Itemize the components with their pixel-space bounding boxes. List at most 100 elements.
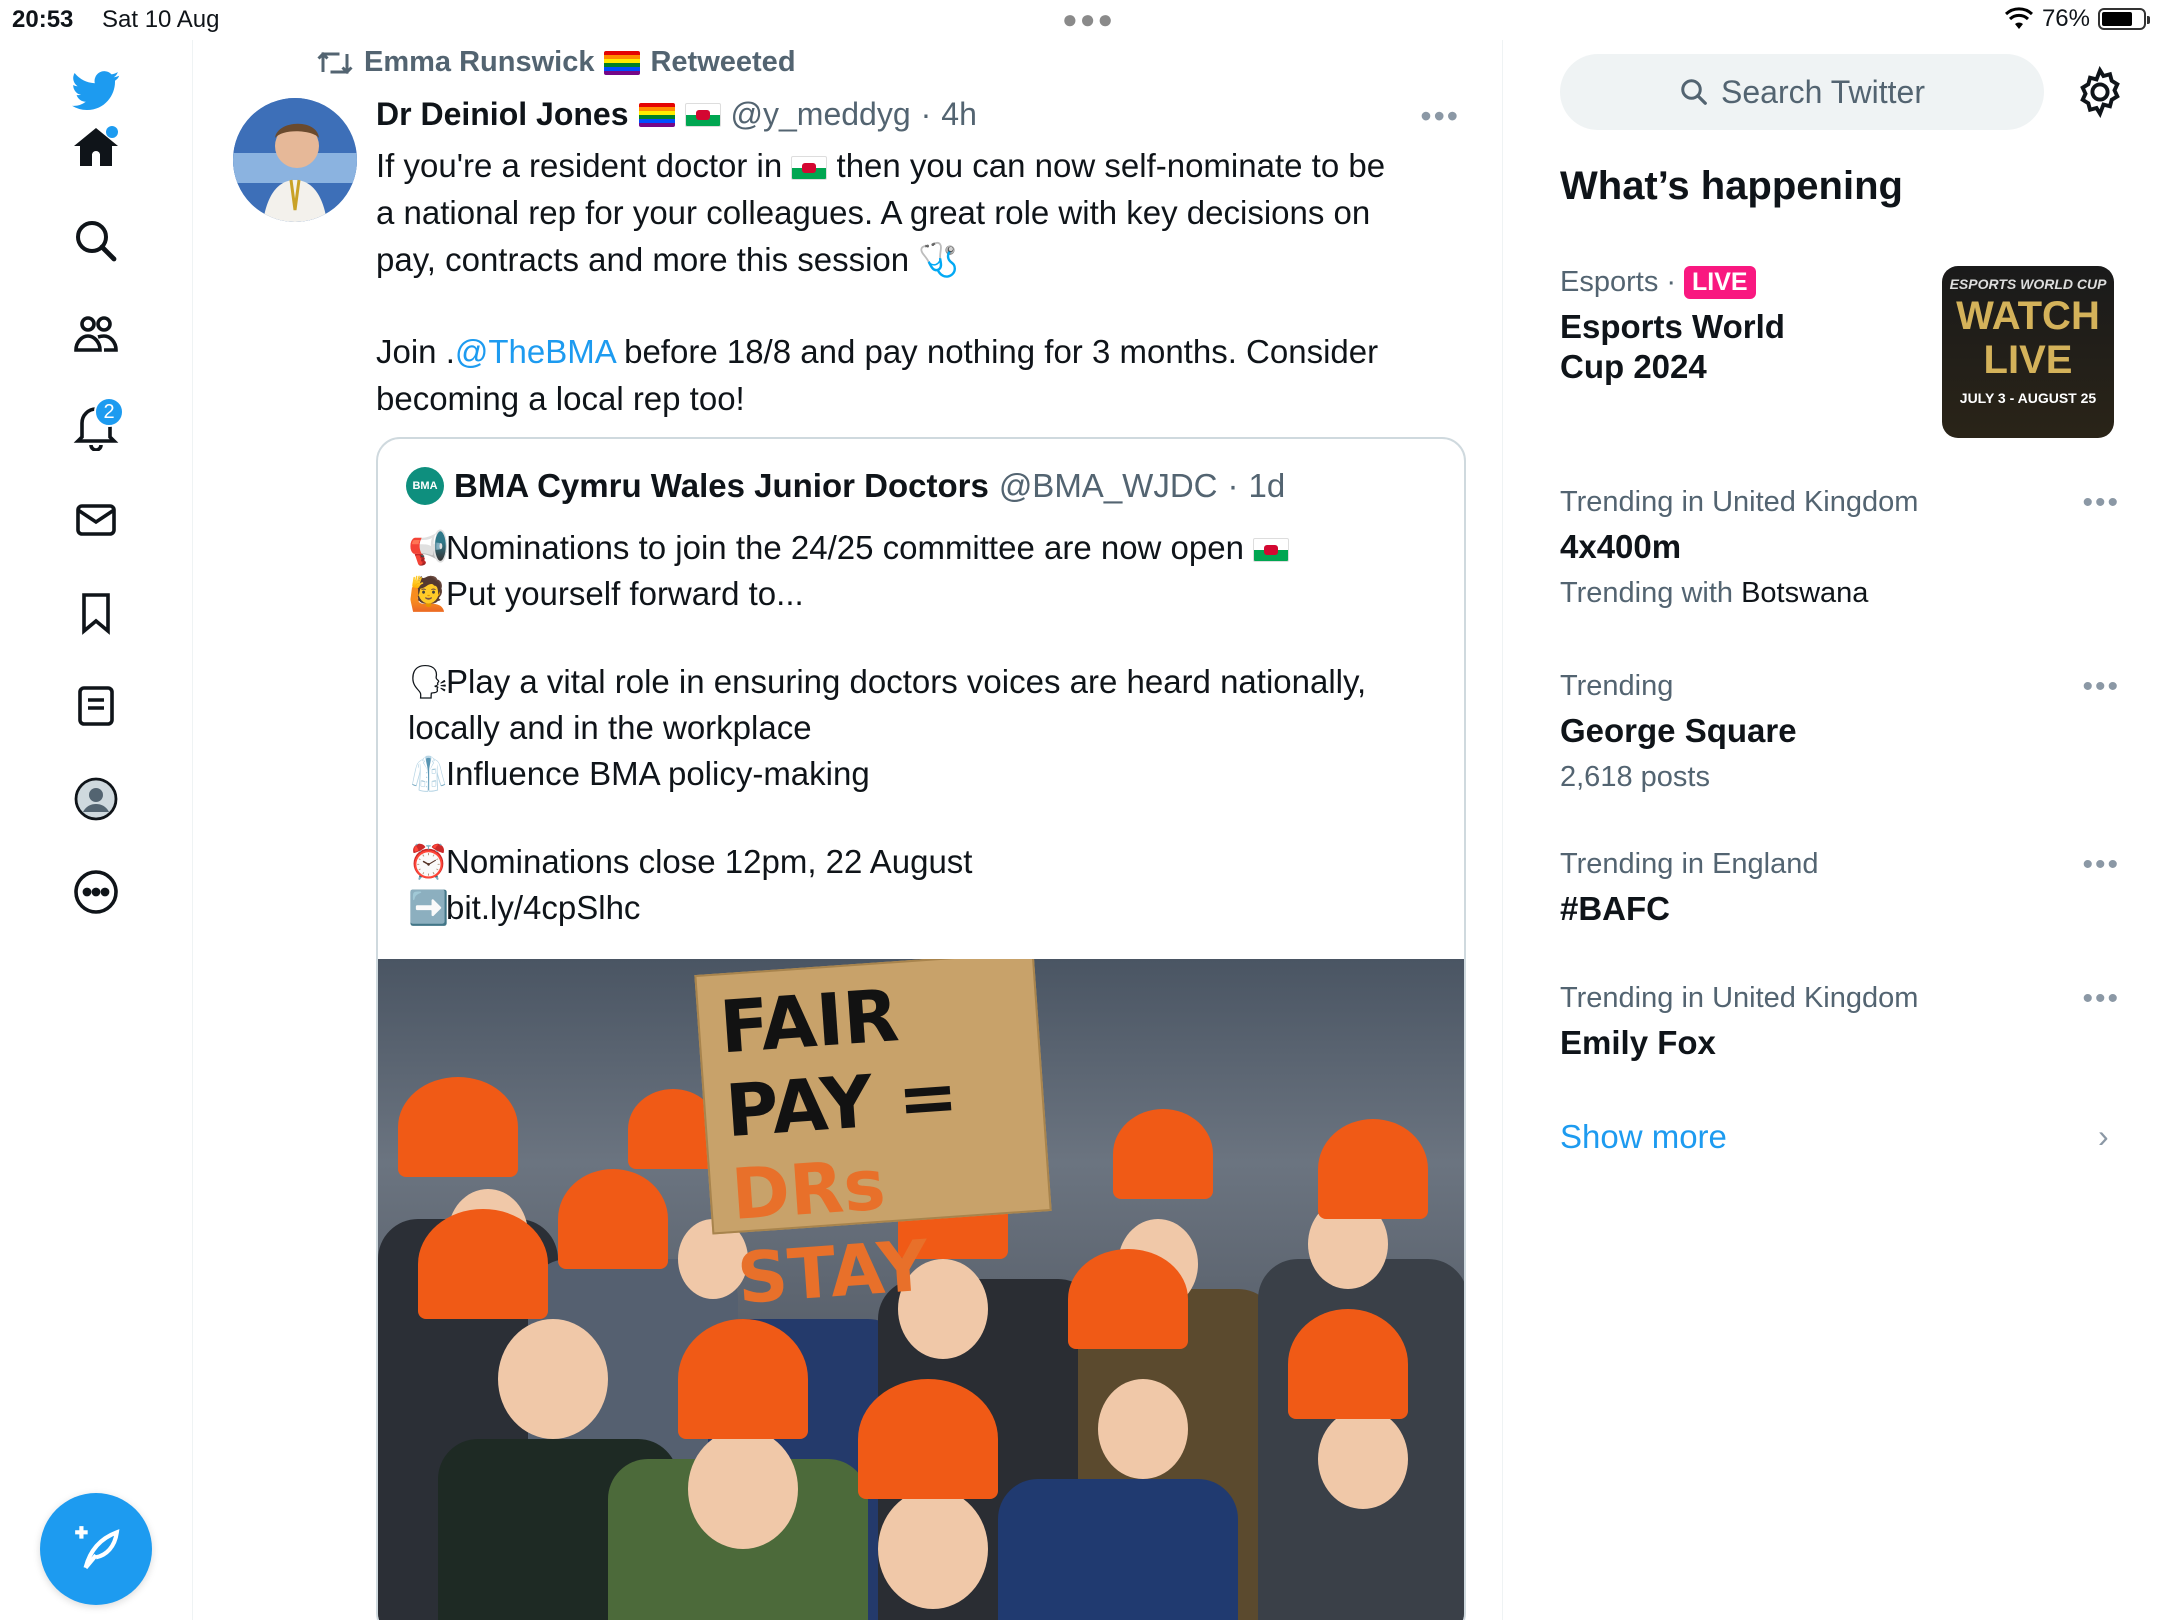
- quote-line-5: Influence BMA policy-making: [446, 755, 870, 792]
- compose-button[interactable]: [40, 1493, 152, 1605]
- more-icon[interactable]: [66, 862, 126, 922]
- quote-author-handle[interactable]: @BMA_WJDC: [999, 467, 1218, 505]
- trend-item[interactable]: Trending George Square 2,618 posts •••: [1560, 670, 2140, 794]
- battery-icon: [2098, 8, 2150, 30]
- multitasking-dots-icon[interactable]: ●●●: [1062, 4, 1115, 35]
- search-box[interactable]: Search Twitter: [1560, 54, 2044, 130]
- trend-more-icon[interactable]: •••: [2082, 982, 2120, 1016]
- orange-beanie: [1318, 1119, 1428, 1219]
- tweet-time[interactable]: 4h: [941, 96, 977, 133]
- tweet-more-icon[interactable]: •••: [1420, 98, 1460, 135]
- tweet-line-3: pay, contracts and more this session: [376, 241, 910, 278]
- author-photo: [233, 98, 357, 222]
- quote-time[interactable]: 1d: [1249, 467, 1286, 505]
- quote-line-3: Play a vital role in ensuring doctors vo…: [446, 663, 1367, 700]
- stethoscope-icon: 🩺: [918, 241, 960, 278]
- trend-category: Trending in United Kingdom: [1560, 982, 1919, 1014]
- communities-icon[interactable]: [66, 304, 126, 364]
- timeline: Emma Runswick Retweeted Dr Deiniol Jones…: [193, 40, 1503, 1620]
- pride-flag-icon: [638, 102, 675, 127]
- profile-icon[interactable]: [66, 769, 126, 829]
- tweet-line-4a: Join .: [376, 333, 455, 370]
- trend-sub-term: Botswana: [1741, 577, 1869, 609]
- lab-coat-icon: 🥼: [408, 755, 450, 792]
- twitter-bird-icon[interactable]: [66, 60, 126, 120]
- crowd-face: [878, 1489, 988, 1609]
- trend-title: George Square: [1560, 712, 1797, 749]
- show-more-link[interactable]: Show more: [1560, 1118, 1727, 1156]
- orange-beanie: [858, 1379, 998, 1499]
- quote-line-1: Nominations to join the 24/25 committee …: [446, 529, 1244, 566]
- crowd-face: [1098, 1379, 1188, 1479]
- chevron-right-icon[interactable]: ›: [2098, 1118, 2109, 1155]
- trend-category: Trending in England: [1560, 848, 1819, 880]
- orange-beanie: [678, 1319, 808, 1439]
- status-right: 76%: [2004, 5, 2150, 33]
- quote-link[interactable]: bit.ly/4cpSlhc: [446, 889, 640, 926]
- crowd-face: [1318, 1409, 1408, 1509]
- compose-icon: [75, 1526, 120, 1570]
- tweet-line-1b: then you can now self-nominate to be: [836, 147, 1386, 184]
- trend-more-icon[interactable]: •••: [2082, 486, 2120, 520]
- trend-item[interactable]: Trending in England #BAFC •••: [1560, 848, 2140, 929]
- retweeted-label: Retweeted: [650, 46, 796, 78]
- live-badge: LIVE: [1684, 266, 1756, 299]
- quote-text: 📢Nominations to join the 24/25 committee…: [408, 525, 1448, 931]
- orange-beanie: [558, 1169, 668, 1269]
- left-navigation: 2: [0, 40, 193, 1620]
- home-icon[interactable]: [66, 118, 126, 178]
- thumb-dates: JULY 3 - AUGUST 25: [1959, 390, 2097, 406]
- thumb-top-text: ESPORTS WORLD CUP: [1949, 276, 2107, 292]
- wales-flag-icon: [791, 156, 828, 181]
- pride-flag-icon: [604, 50, 641, 75]
- quoted-tweet[interactable]: BMA BMA Cymru Wales Junior Doctors @BMA_…: [376, 437, 1466, 1620]
- tweet-line-1a: If you're a resident doctor in: [376, 147, 783, 184]
- trend-item[interactable]: Trending in United Kingdom 4x400m Trendi…: [1560, 486, 2140, 610]
- bookmarks-icon[interactable]: [66, 583, 126, 643]
- lists-icon[interactable]: [66, 676, 126, 736]
- mention-link[interactable]: @TheBMA: [455, 333, 615, 370]
- wales-flag-icon: [684, 102, 721, 127]
- notifications-badge: 2: [94, 397, 124, 427]
- quote-line-4: locally and in the workplace: [408, 709, 812, 746]
- thumb-main-1: WATCH: [1956, 294, 2100, 338]
- esports-thumbnail[interactable]: ESPORTS WORLD CUP WATCH LIVE JULY 3 - AU…: [1942, 266, 2114, 438]
- messages-icon[interactable]: [66, 490, 126, 550]
- status-time: 20:53: [12, 6, 74, 33]
- search-icon[interactable]: [66, 211, 126, 271]
- separator-dot: ·: [1666, 266, 1676, 298]
- tweet-header: Dr Deiniol Jones @y_meddyg · 4h: [376, 96, 977, 133]
- trend-category: Esports: [1560, 266, 1659, 298]
- tweet-line-2: a national rep for your colleagues. A gr…: [376, 194, 1371, 231]
- separator-dot: ·: [920, 96, 932, 132]
- protest-sign: FAIR PAY = DRs STAY: [694, 959, 1052, 1320]
- status-bar: 20:53 Sat 10 Aug ●●● 76%: [0, 0, 2160, 40]
- quote-line-2: Put yourself forward to...: [446, 575, 804, 612]
- megaphone-icon: 📢: [408, 529, 450, 566]
- notifications-icon[interactable]: 2: [66, 397, 126, 457]
- quote-line-6: Nominations close 12pm, 22 August: [446, 843, 973, 880]
- orange-beanie: [1288, 1309, 1408, 1419]
- retweeted-by[interactable]: Emma Runswick: [364, 46, 594, 79]
- trend-more-icon[interactable]: •••: [2082, 670, 2120, 704]
- right-arrow-icon: ➡️: [408, 889, 450, 926]
- trend-item[interactable]: Trending in United Kingdom Emily Fox •••: [1560, 982, 2140, 1063]
- author-name[interactable]: Dr Deiniol Jones: [376, 96, 629, 133]
- tweet-line-4b: before 18/8 and pay nothing for 3 months…: [614, 333, 1379, 370]
- separator-dot: ·: [1227, 467, 1239, 504]
- trend-more-icon[interactable]: •••: [2082, 848, 2120, 882]
- author-avatar[interactable]: [233, 98, 357, 222]
- orange-beanie: [418, 1209, 548, 1319]
- tweet-text: If you're a resident doctor in then you …: [376, 142, 1456, 422]
- quote-photo[interactable]: FAIR PAY = DRs STAY: [378, 959, 1464, 1620]
- author-handle[interactable]: @y_meddyg: [731, 96, 911, 133]
- retweet-icon: [317, 51, 353, 74]
- settings-gear-icon[interactable]: [2074, 66, 2126, 118]
- battery-fill: [2102, 12, 2133, 26]
- right-sidebar: Search Twitter What’s happening Esports ·…: [1504, 40, 2160, 1620]
- tweet-line-5: becoming a local rep too!: [376, 380, 745, 417]
- quote-author-name[interactable]: BMA Cymru Wales Junior Doctors: [454, 467, 989, 505]
- bma-logo: BMA: [406, 467, 444, 505]
- orange-beanie: [1113, 1109, 1213, 1199]
- home-new-dot: [106, 126, 118, 138]
